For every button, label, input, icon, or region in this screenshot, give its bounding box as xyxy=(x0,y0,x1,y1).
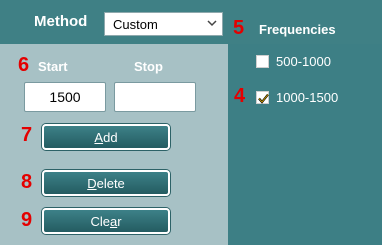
method-dropdown[interactable]: Custom xyxy=(104,12,223,36)
add-button[interactable]: Add xyxy=(42,124,170,150)
stop-input[interactable] xyxy=(114,82,196,112)
callout-9: 9 xyxy=(21,209,33,231)
frequencies-heading: Frequencies xyxy=(259,22,336,37)
frequency-item-500-1000[interactable]: 500-1000 xyxy=(256,54,331,69)
callout-7: 7 xyxy=(21,124,33,146)
frequency-label: 500-1000 xyxy=(276,54,331,69)
clear-button[interactable]: Cle a r xyxy=(42,208,170,234)
start-label: Start xyxy=(38,59,68,74)
callout-5: 5 xyxy=(233,17,245,39)
callout-8: 8 xyxy=(21,171,33,193)
callout-4: 4 xyxy=(234,85,246,107)
stop-label: Stop xyxy=(134,59,163,74)
checkbox-1000-1500[interactable] xyxy=(256,91,269,104)
checkmark-icon xyxy=(258,93,269,104)
chevron-down-icon xyxy=(207,20,217,27)
frequency-item-1000-1500[interactable]: 1000-1500 xyxy=(256,90,338,105)
delete-button[interactable]: Delete xyxy=(42,170,170,196)
method-selected-value: Custom xyxy=(113,17,158,32)
method-label: Method xyxy=(34,13,88,30)
checkbox-500-1000[interactable] xyxy=(256,55,269,68)
callout-6: 6 xyxy=(18,54,30,76)
frequency-label: 1000-1500 xyxy=(276,90,339,105)
start-input[interactable]: 1500 xyxy=(24,82,106,112)
frequency-settings-panel: Method Custom 5 Frequencies 6 Start Stop… xyxy=(0,0,382,245)
